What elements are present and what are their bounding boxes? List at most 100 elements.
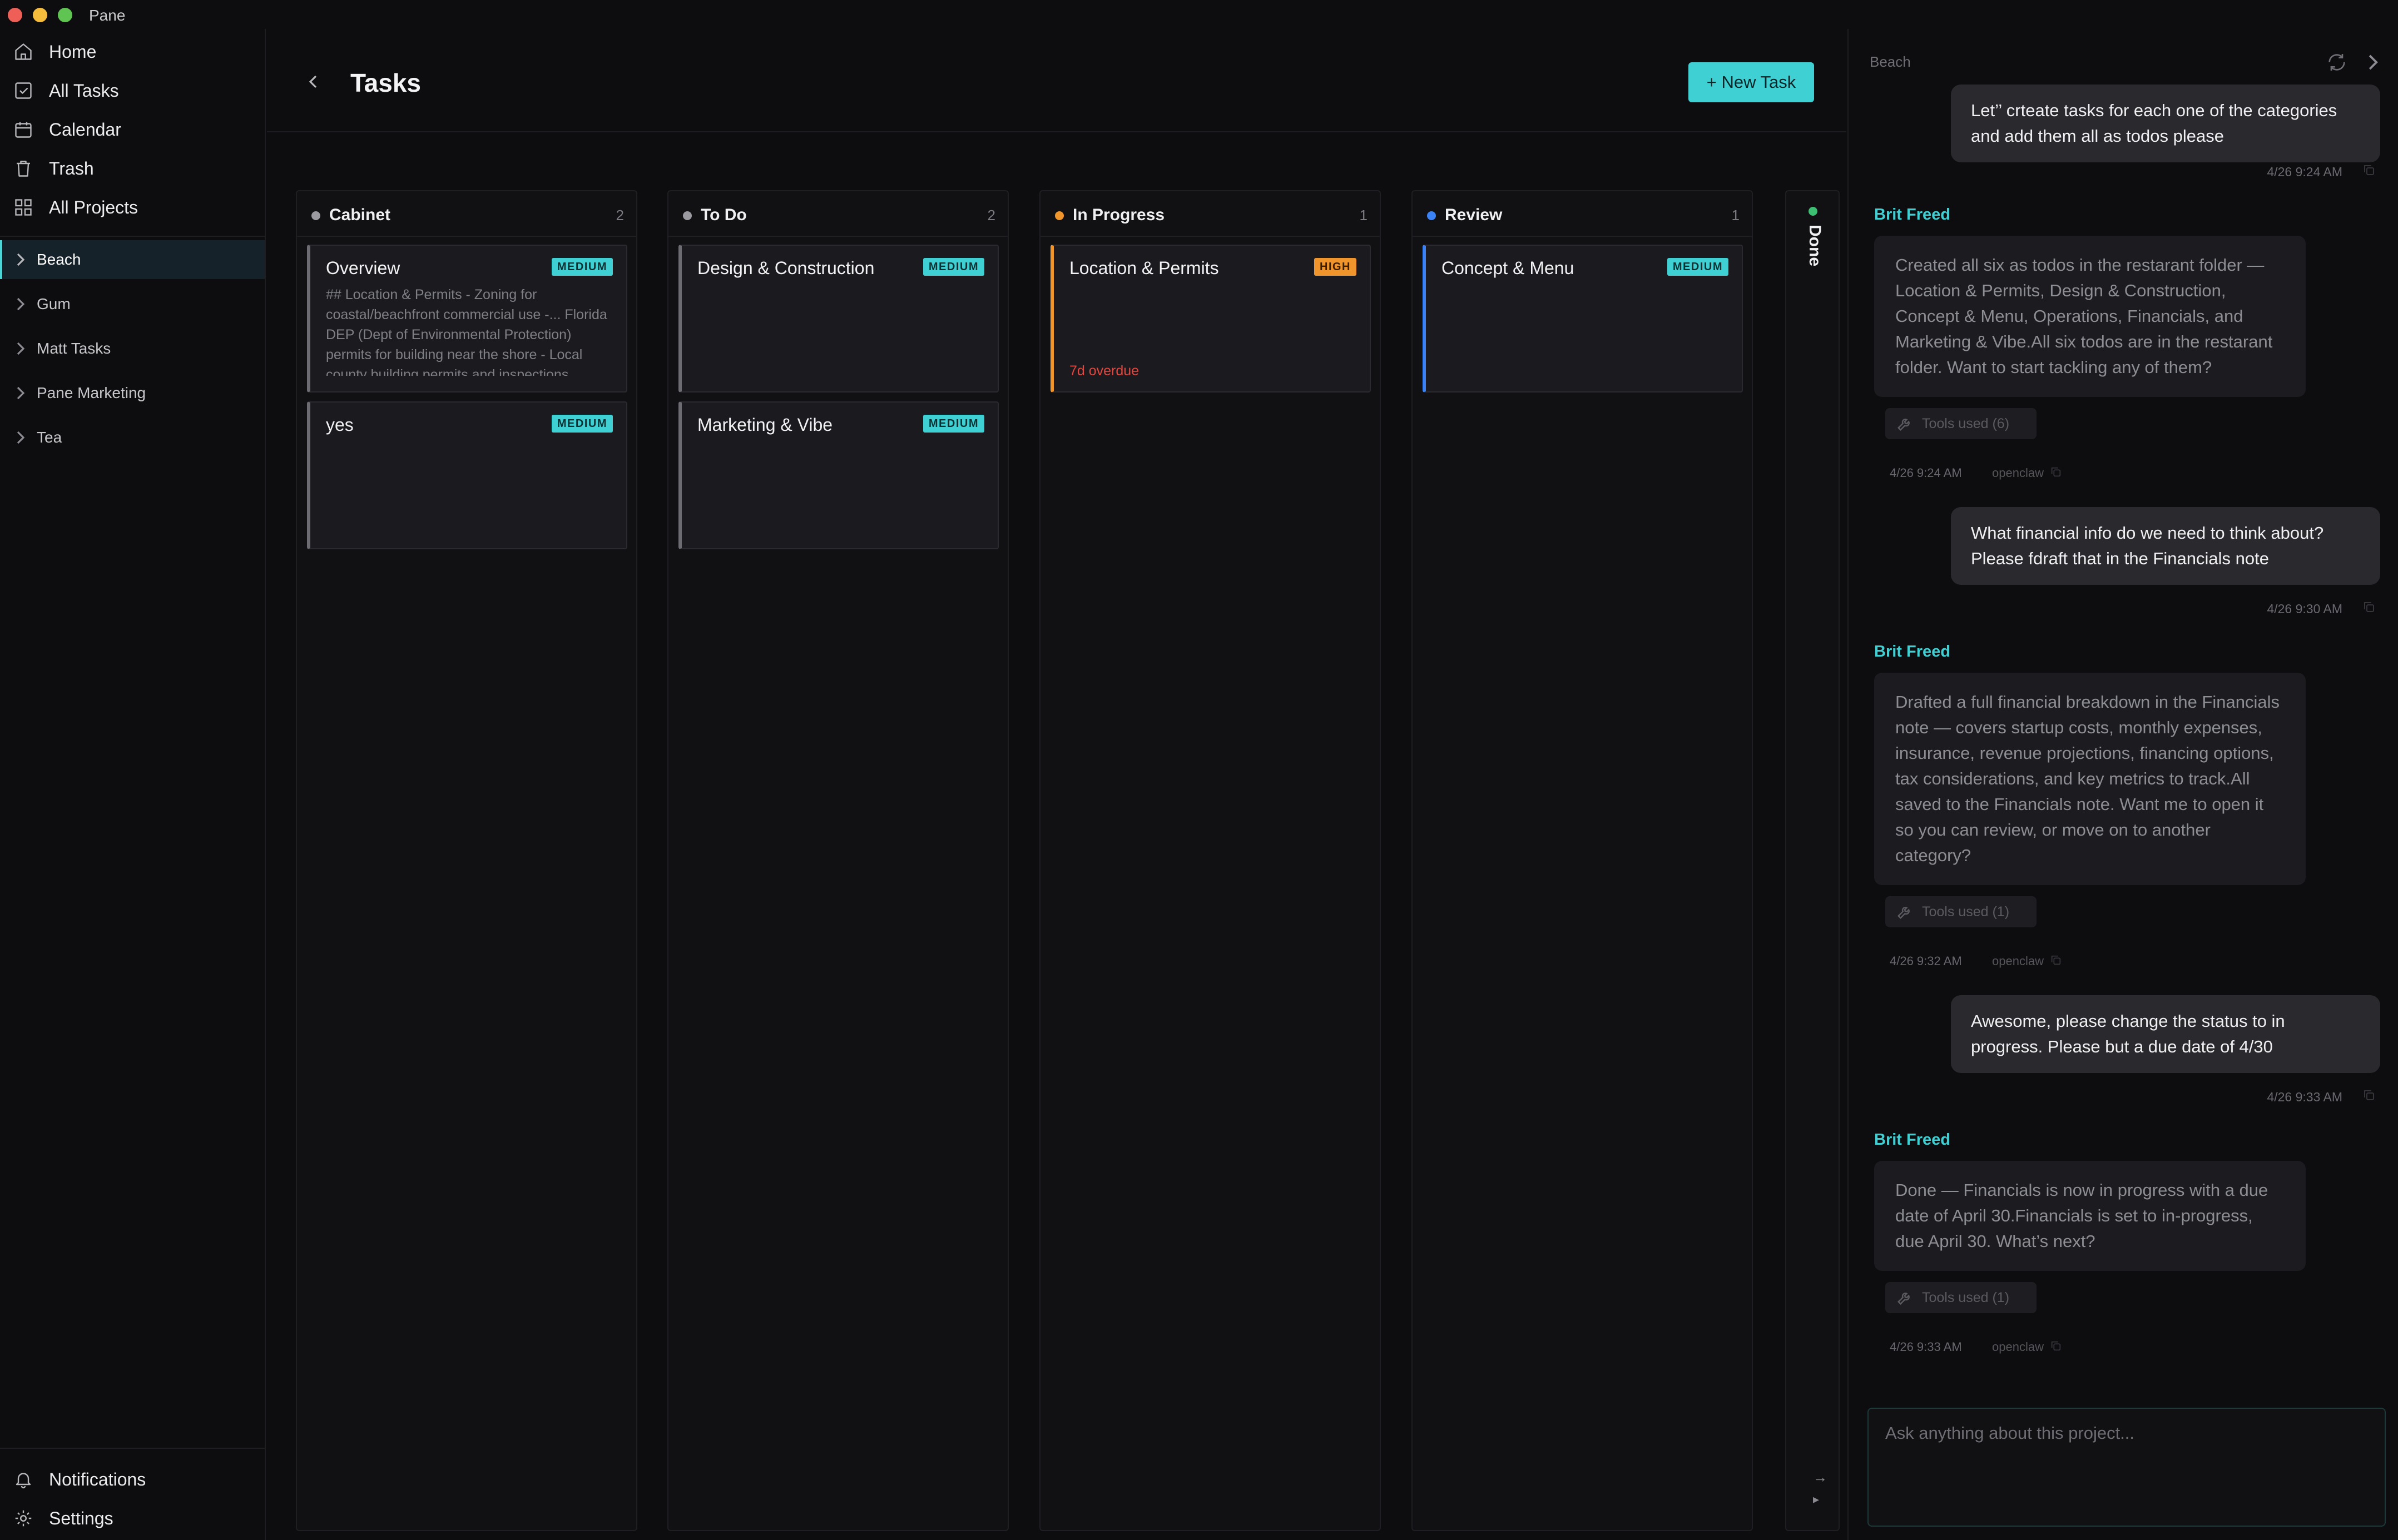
nav-all-tasks[interactable]: All Tasks (0, 71, 265, 110)
expand-caret-icon[interactable]: ▸ (1813, 1492, 1819, 1507)
nav-notifications-label: Notifications (49, 1469, 146, 1489)
calendar-icon (15, 122, 32, 138)
message-timestamp: 4/26 9:32 AM (1890, 954, 1962, 968)
nav-settings-label: Settings (49, 1508, 113, 1528)
project-item-gum[interactable]: Gum (0, 285, 265, 324)
tools-used-label: Tools used (1) (1922, 904, 2010, 920)
task-card-concept-menu[interactable]: Concept & Menu MEDIUM (1423, 245, 1743, 393)
close-window-button[interactable] (8, 8, 22, 22)
window-controls (8, 8, 72, 22)
copy-icon[interactable] (2362, 600, 2376, 614)
column-count: 2 (987, 207, 995, 223)
chevron-right-icon (17, 431, 25, 444)
task-board: Tasks + New Task Cabinet 2 Overview MEDI… (267, 29, 1846, 1540)
nav-all-projects-label: All Projects (49, 197, 138, 217)
minimize-window-button[interactable] (33, 8, 47, 22)
trash-icon (17, 161, 30, 177)
message-timestamp: 4/26 9:24 AM (1890, 466, 1962, 480)
message-source: openclaw (1992, 954, 2044, 968)
task-card-title: yes (326, 415, 354, 435)
nav-home[interactable]: Home (0, 32, 265, 71)
chat-input[interactable] (1867, 1408, 2386, 1527)
message-sender: Brit Freed (1874, 206, 1950, 223)
wrench-icon (1897, 1293, 1910, 1305)
nav-trash[interactable]: Trash (0, 149, 265, 188)
chevron-right-icon (17, 297, 25, 311)
expand-arrow-icon[interactable]: → (1813, 1469, 1827, 1486)
status-dot (683, 211, 692, 220)
column-to-do: To Do 2 Design & Construction MEDIUM Mar… (667, 190, 1009, 1531)
chat-header: Beach (1849, 29, 2398, 91)
task-card-title: Concept & Menu (1441, 258, 1574, 278)
project-item-label: Tea (37, 429, 62, 446)
nav-all-projects[interactable]: All Projects (0, 188, 265, 227)
chevron-right-icon (17, 386, 25, 400)
sidebar: Home All Tasks Calendar Trash All Projec… (0, 29, 266, 1540)
tools-used-label: Tools used (6) (1922, 416, 2010, 431)
chevron-right-icon[interactable] (2366, 51, 2379, 73)
copy-icon[interactable] (2362, 163, 2376, 177)
message-timestamp: 4/26 9:33 AM (2267, 1090, 2342, 1104)
status-dot (1427, 211, 1436, 220)
home-icon (15, 43, 32, 60)
refresh-icon[interactable] (2326, 51, 2348, 73)
back-button[interactable] (304, 68, 324, 96)
column-header: To Do 2 (668, 191, 1008, 237)
message-source: openclaw (1992, 1340, 2044, 1354)
bell-icon (16, 1473, 31, 1489)
chat-project-name: Beach (1870, 53, 1911, 70)
project-item-pane-marketing[interactable]: Pane Marketing (0, 374, 265, 413)
assistant-message: Created all six as todos in the restaran… (1874, 236, 2306, 397)
copy-icon[interactable] (2050, 466, 2062, 478)
wrench-icon (1897, 419, 1910, 431)
project-item-matt-tasks[interactable]: Matt Tasks (0, 329, 265, 368)
copy-icon[interactable] (2050, 1340, 2062, 1352)
column-title: To Do (701, 206, 747, 224)
project-item-tea[interactable]: Tea (0, 418, 265, 457)
column-done-collapsed[interactable]: Done → ▸ (1785, 190, 1840, 1531)
message-sender: Brit Freed (1874, 1131, 1950, 1149)
nav-settings[interactable]: Settings (0, 1499, 265, 1538)
project-item-beach[interactable]: Beach (0, 240, 265, 279)
status-dot (1809, 207, 1817, 216)
column-in-progress: In Progress 1 Location & Permits HIGH 7d… (1039, 190, 1381, 1531)
task-card-title: Marketing & Vibe (697, 415, 833, 435)
column-title: Review (1445, 206, 1503, 224)
chevron-right-icon (17, 253, 25, 266)
chevron-left-icon (309, 75, 317, 88)
priority-badge: MEDIUM (551, 258, 613, 276)
user-message: Let’’ crteate tasks for each one of the … (1951, 85, 2380, 162)
task-card-description: ## Location & Permits - Zoning for coast… (326, 287, 607, 376)
column-header: Cabinet 2 (297, 191, 636, 237)
priority-badge: HIGH (1314, 258, 1356, 276)
message-sender: Brit Freed (1874, 643, 1950, 660)
tools-used-chip[interactable]: Tools used (1) (1885, 1282, 2037, 1313)
task-card-overview[interactable]: Overview MEDIUM ## Location & Permits - … (307, 245, 627, 393)
tools-used-chip[interactable]: Tools used (6) (1885, 408, 2037, 439)
tools-used-chip[interactable]: Tools used (1) (1885, 896, 2037, 927)
nav-notifications[interactable]: Notifications (0, 1460, 265, 1499)
task-card-yes[interactable]: yes MEDIUM (307, 401, 627, 549)
column-count: 1 (1731, 207, 1740, 223)
gear-icon (15, 1510, 32, 1527)
column-review: Review 1 Concept & Menu MEDIUM (1411, 190, 1753, 1531)
task-card-design-construction[interactable]: Design & Construction MEDIUM (678, 245, 999, 393)
project-item-label: Pane Marketing (37, 384, 146, 401)
nav-calendar[interactable]: Calendar (0, 110, 265, 149)
user-message: What financial info do we need to think … (1951, 507, 2380, 585)
column-count: 2 (616, 207, 624, 223)
tools-used-label: Tools used (1) (1922, 1290, 2010, 1305)
task-card-location-permits[interactable]: Location & Permits HIGH 7d overdue (1051, 245, 1371, 393)
zoom-window-button[interactable] (58, 8, 72, 22)
new-task-button[interactable]: + New Task (1688, 62, 1814, 102)
status-dot (1055, 211, 1064, 220)
overdue-label: 7d overdue (1069, 363, 1139, 379)
message-timestamp: 4/26 9:30 AM (2267, 602, 2342, 616)
checkbox-icon (15, 82, 32, 99)
copy-icon[interactable] (2050, 954, 2062, 966)
task-card-marketing-vibe[interactable]: Marketing & Vibe MEDIUM (678, 401, 999, 549)
task-card-title: Overview (326, 258, 400, 278)
copy-icon[interactable] (2362, 1089, 2376, 1102)
sidebar-divider (0, 1448, 265, 1449)
column-count: 1 (1359, 207, 1368, 223)
